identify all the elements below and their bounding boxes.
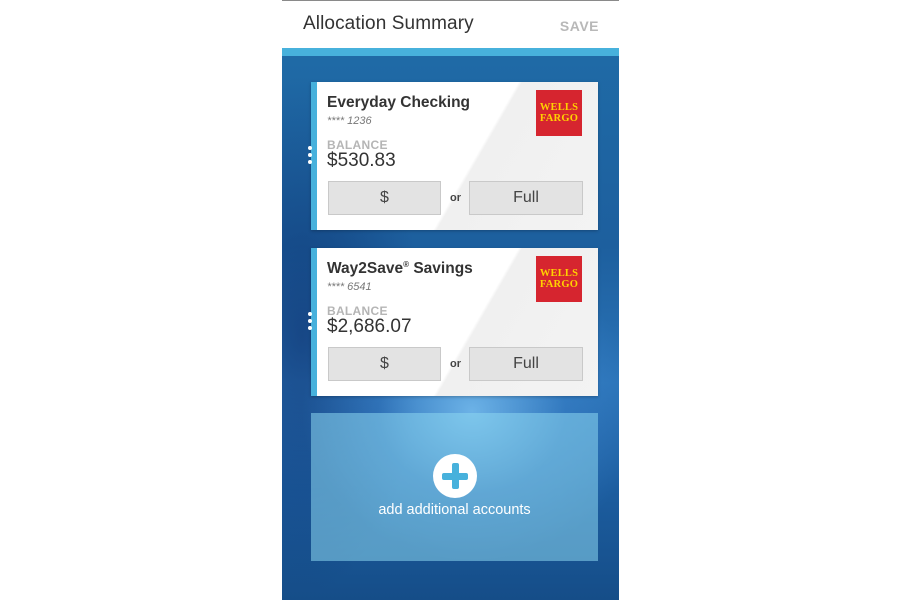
account-card-checking: Everyday Checking **** 1236 WELLS FARGO … bbox=[308, 82, 598, 230]
balance-value: $2,686.07 bbox=[327, 316, 412, 337]
save-button[interactable]: SAVE bbox=[560, 18, 599, 34]
app-screen: Allocation Summary SAVE Everyday Checkin… bbox=[282, 0, 619, 600]
account-name: Everyday Checking bbox=[327, 94, 471, 111]
account-card-savings: Way2Save® Savings **** 6541 WELLS FARGO … bbox=[308, 248, 598, 396]
add-accounts-label: add additional accounts bbox=[378, 502, 531, 518]
page-title: Allocation Summary bbox=[303, 13, 474, 34]
account-number: **** 1236 bbox=[327, 115, 372, 127]
wells-fargo-logo: WELLS FARGO bbox=[536, 90, 582, 136]
header-bar: Allocation Summary SAVE bbox=[282, 0, 619, 48]
drag-handle-icon[interactable] bbox=[308, 312, 312, 332]
drag-handle-icon[interactable] bbox=[308, 146, 312, 166]
or-separator: or bbox=[450, 358, 461, 370]
balance-value: $530.83 bbox=[327, 150, 396, 171]
wells-fargo-logo: WELLS FARGO bbox=[536, 256, 582, 302]
add-accounts-button[interactable]: add additional accounts bbox=[311, 413, 598, 561]
account-name: Way2Save® Savings bbox=[327, 260, 473, 278]
dollar-amount-button[interactable]: $ bbox=[328, 347, 441, 381]
account-number: **** 6541 bbox=[327, 281, 372, 293]
header-accent-bar bbox=[282, 48, 619, 56]
full-amount-button[interactable]: Full bbox=[469, 181, 583, 215]
dollar-amount-button[interactable]: $ bbox=[328, 181, 441, 215]
full-amount-button[interactable]: Full bbox=[469, 347, 583, 381]
or-separator: or bbox=[450, 192, 461, 204]
plus-circle-icon bbox=[433, 454, 477, 498]
